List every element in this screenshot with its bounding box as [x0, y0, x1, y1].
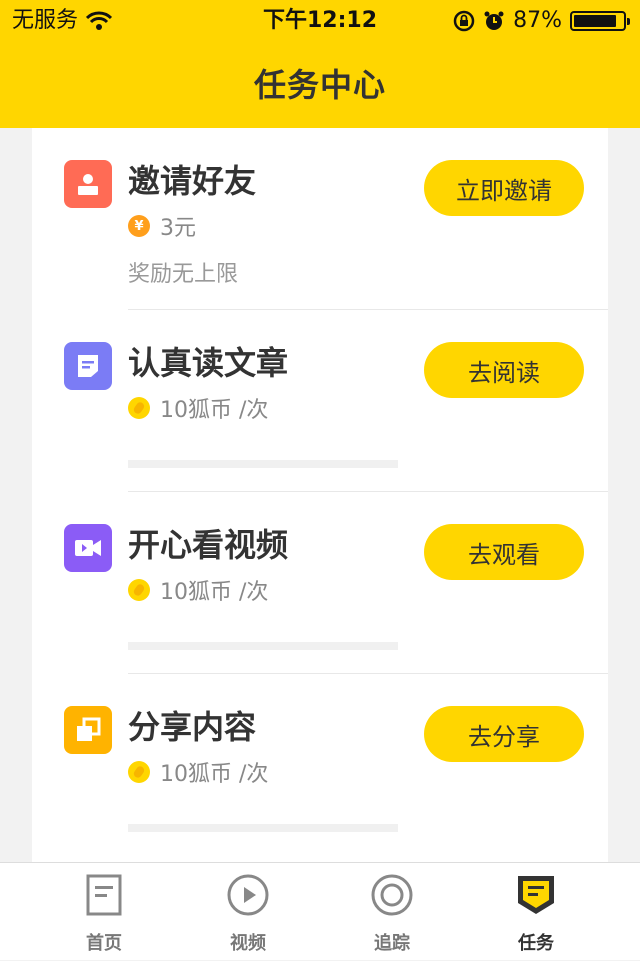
share-button[interactable]: 去分享 [424, 706, 584, 762]
task-reward: 10狐币 /次 [128, 394, 269, 423]
task-reward: 10狐币 /次 [128, 758, 269, 787]
reward-label: 10狐币 /次 [160, 762, 269, 787]
watch-button[interactable]: 去观看 [424, 524, 584, 580]
task-read: 认真读文章 10狐币 /次 去阅读 [32, 310, 608, 492]
tab-bar: 首页 视频 追踪 任务 [0, 862, 640, 960]
share-icon [64, 706, 112, 754]
person-icon [64, 160, 112, 208]
video-icon [64, 524, 112, 572]
task-share: 分享内容 10狐币 /次 去分享 [32, 674, 608, 856]
tab-label: 追踪 [374, 933, 410, 954]
task-invite: 邀请好友 ¥ 3元 奖励无上限 立即邀请 [32, 128, 608, 310]
tab-video[interactable]: 视频 [168, 863, 328, 961]
task-note: 奖励无上限 [128, 262, 239, 287]
top-bar: 无服务 下午12:12 87% 任务中心 [0, 0, 640, 128]
fox-coin-icon [128, 579, 150, 601]
task-video: 开心看视频 10狐币 /次 去观看 [32, 492, 608, 674]
target-icon [371, 874, 413, 916]
tab-label: 任务 [518, 933, 554, 954]
battery-percent: 87% [513, 8, 562, 33]
yuan-coin-icon: ¥ [128, 215, 150, 237]
status-right: 87% [453, 6, 630, 36]
reward-label: 10狐币 /次 [160, 398, 269, 423]
read-button[interactable]: 去阅读 [424, 342, 584, 398]
task-icon [518, 876, 554, 914]
reward-label: 10狐币 /次 [160, 580, 269, 605]
fox-coin-icon [128, 397, 150, 419]
play-icon [227, 874, 269, 916]
task-progress-bar [128, 642, 398, 650]
battery-icon [570, 11, 630, 31]
task-reward: 10狐币 /次 [128, 576, 269, 605]
tab-tasks[interactable]: 任务 [456, 863, 616, 961]
task-progress-bar [128, 460, 398, 468]
rotation-lock-icon [453, 10, 475, 32]
invite-button[interactable]: 立即邀请 [424, 160, 584, 216]
fox-coin-icon [128, 761, 150, 783]
tab-track[interactable]: 追踪 [312, 863, 472, 961]
tab-label: 视频 [230, 933, 266, 954]
tab-label: 首页 [86, 933, 122, 954]
document-icon [64, 342, 112, 390]
task-title: 认真读文章 [128, 344, 289, 382]
reward-label: 3元 [160, 216, 196, 241]
task-progress-bar [128, 824, 398, 832]
task-list: 邀请好友 ¥ 3元 奖励无上限 立即邀请 认真读文章 10狐币 /次 去阅读 开… [32, 128, 608, 864]
home-icon [86, 874, 122, 916]
task-title: 分享内容 [128, 708, 257, 746]
tab-home[interactable]: 首页 [24, 863, 184, 961]
task-title: 邀请好友 [128, 162, 257, 200]
alarm-icon [484, 11, 504, 30]
page-title: 任务中心 [253, 66, 386, 104]
task-title: 开心看视频 [128, 526, 289, 564]
task-reward: ¥ 3元 [128, 212, 196, 241]
